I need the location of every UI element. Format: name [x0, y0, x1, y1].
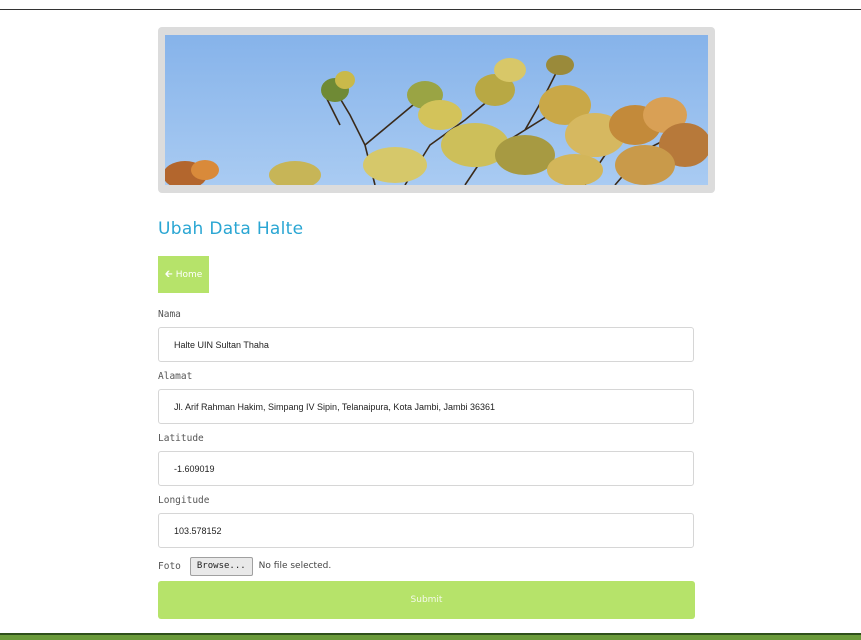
longitude-label: Longitude: [158, 495, 210, 506]
home-button[interactable]: 🡰 Home: [158, 256, 209, 293]
nama-input[interactable]: Halte UIN Sultan Thaha: [158, 327, 694, 362]
file-status: No file selected.: [258, 561, 332, 571]
browse-button[interactable]: Browse...: [189, 556, 253, 576]
arrow-left-icon: 🡰: [164, 268, 173, 280]
header-banner: [158, 27, 715, 193]
submit-button[interactable]: Submit: [158, 581, 695, 619]
page-title: Ubah Data Halte: [158, 219, 304, 239]
top-divider: [0, 9, 861, 10]
alamat-label: Alamat: [158, 371, 193, 382]
nama-label: Nama: [158, 309, 181, 320]
latitude-input[interactable]: -1.609019: [158, 451, 694, 486]
latitude-label: Latitude: [158, 433, 204, 444]
foto-label: Foto: [158, 560, 181, 572]
home-button-label: Home: [175, 269, 203, 280]
submit-button-label: Submit: [410, 595, 443, 605]
longitude-input[interactable]: 103.578152: [158, 513, 694, 548]
footer-bar: [0, 633, 861, 640]
alamat-input[interactable]: Jl. Arif Rahman Hakim, Simpang IV Sipin,…: [158, 389, 694, 424]
banner-image: [165, 35, 708, 185]
foto-field: Foto Browse... No file selected.: [158, 556, 332, 576]
